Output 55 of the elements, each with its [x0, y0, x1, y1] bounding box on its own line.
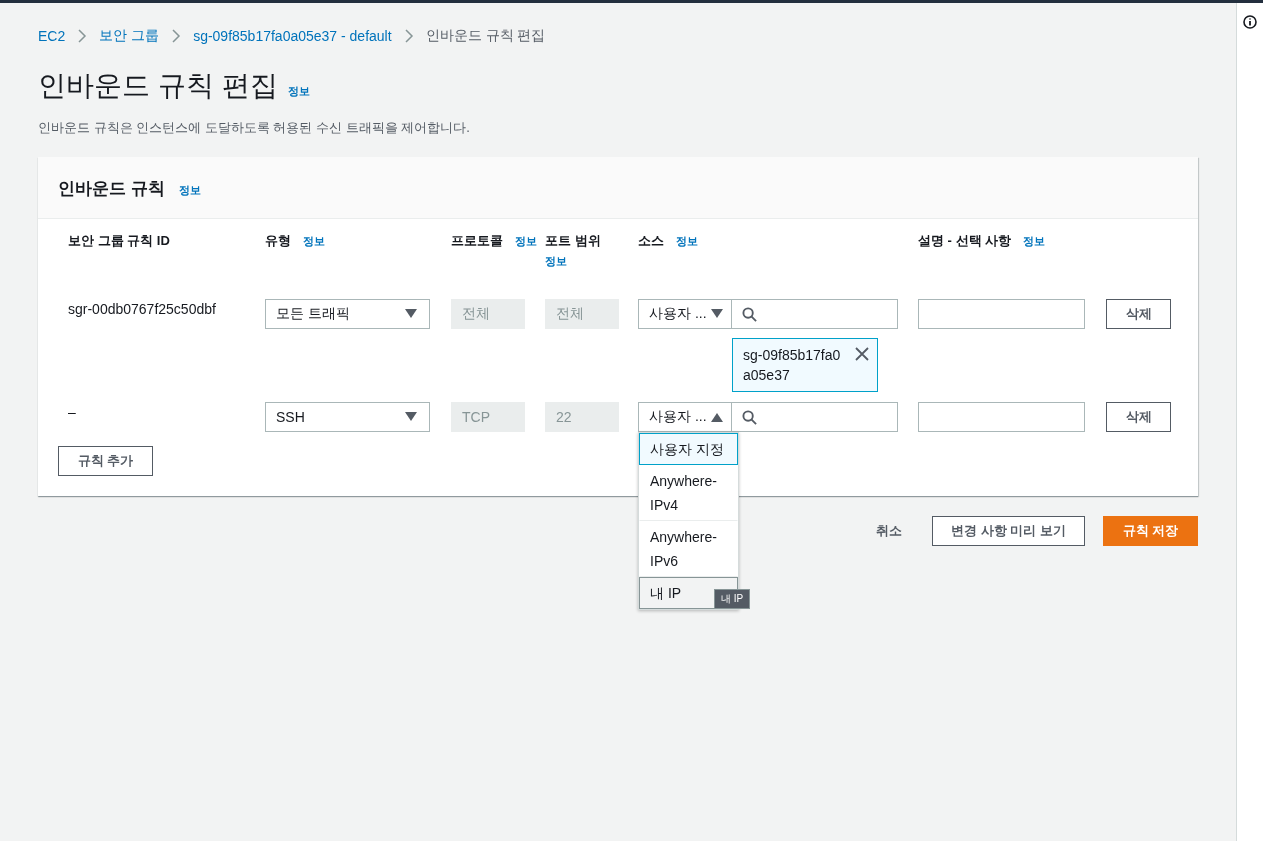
- protocol-field: 전체: [451, 299, 525, 329]
- search-field[interactable]: [732, 402, 898, 432]
- search-icon: [742, 306, 757, 322]
- breadcrumb-link[interactable]: EC2: [38, 28, 66, 44]
- column-header: 설명 - 선택 사항: [918, 233, 1012, 248]
- breadcrumb-link[interactable]: sg-09f85b17fa0a05e37 - default: [193, 28, 392, 44]
- source-select[interactable]: 사용자 ...: [638, 299, 732, 329]
- preview-changes-button[interactable]: 변경 사항 미리 보기: [932, 516, 1085, 546]
- dropdown-option[interactable]: Anywhere-IPv6: [639, 521, 738, 577]
- info-link[interactable]: 정보: [1023, 231, 1046, 251]
- info-icon[interactable]: [1243, 15, 1257, 29]
- source-select[interactable]: 사용자 ...: [638, 402, 732, 432]
- tooltip: 내 IP: [714, 589, 751, 609]
- chevron-right-icon: [77, 29, 88, 43]
- chevron-right-icon: [171, 29, 182, 43]
- search-field[interactable]: [732, 299, 898, 329]
- protocol-field: TCP: [451, 402, 525, 432]
- description-input[interactable]: [918, 299, 1085, 329]
- info-link[interactable]: 정보: [515, 231, 537, 251]
- caret-icon: [405, 309, 417, 319]
- source-token: sg-09f85b17fa0a05e37: [732, 338, 878, 392]
- dropdown-option[interactable]: Anywhere-IPv4: [639, 465, 738, 521]
- delete-button[interactable]: 삭제: [1106, 299, 1171, 329]
- close-icon[interactable]: [855, 347, 869, 361]
- rule-id: –: [68, 404, 77, 420]
- info-link[interactable]: 정보: [676, 231, 698, 251]
- page-description: 인바운드 규칙은 인스턴스에 도달하도록 허용된 수신 트래픽을 제어합니다.: [38, 119, 471, 137]
- column-header: 보안 그룹 규칙 ID: [68, 233, 170, 248]
- port-field: 전체: [545, 299, 619, 329]
- column-header: 소스: [638, 233, 664, 248]
- description-input[interactable]: [918, 402, 1085, 432]
- search-icon: [742, 409, 757, 425]
- cancel-button[interactable]: 취소: [864, 522, 914, 540]
- info-link[interactable]: 정보: [178, 183, 201, 198]
- info-link[interactable]: 정보: [287, 84, 310, 99]
- rule-id: sgr-00db0767f25c50dbf: [68, 301, 217, 317]
- info-link[interactable]: 정보: [303, 231, 325, 251]
- chevron-right-icon: [403, 29, 414, 43]
- breadcrumb-link[interactable]: 보안 그룹: [99, 27, 160, 45]
- port-field: 22: [545, 402, 619, 432]
- page-title: 인바운드 규칙 편집: [38, 69, 278, 103]
- column-header: 프로토콜: [451, 233, 503, 248]
- info-link[interactable]: 정보: [545, 251, 567, 271]
- type-select[interactable]: SSH: [265, 402, 430, 432]
- caret-icon: [711, 412, 723, 422]
- caret-icon: [405, 412, 417, 422]
- column-header: 포트 범위: [545, 233, 601, 248]
- current-page-label: 인바운드 규칙 편집: [425, 27, 546, 45]
- panel-title: 인바운드 규칙: [58, 178, 165, 200]
- delete-button[interactable]: 삭제: [1106, 402, 1171, 432]
- column-header: 유형: [265, 233, 291, 248]
- type-select[interactable]: 모든 트래픽: [265, 299, 430, 329]
- add-rule-button[interactable]: 규칙 추가: [58, 446, 153, 476]
- caret-icon: [711, 309, 723, 319]
- dropdown-option[interactable]: 사용자 지정: [639, 433, 738, 465]
